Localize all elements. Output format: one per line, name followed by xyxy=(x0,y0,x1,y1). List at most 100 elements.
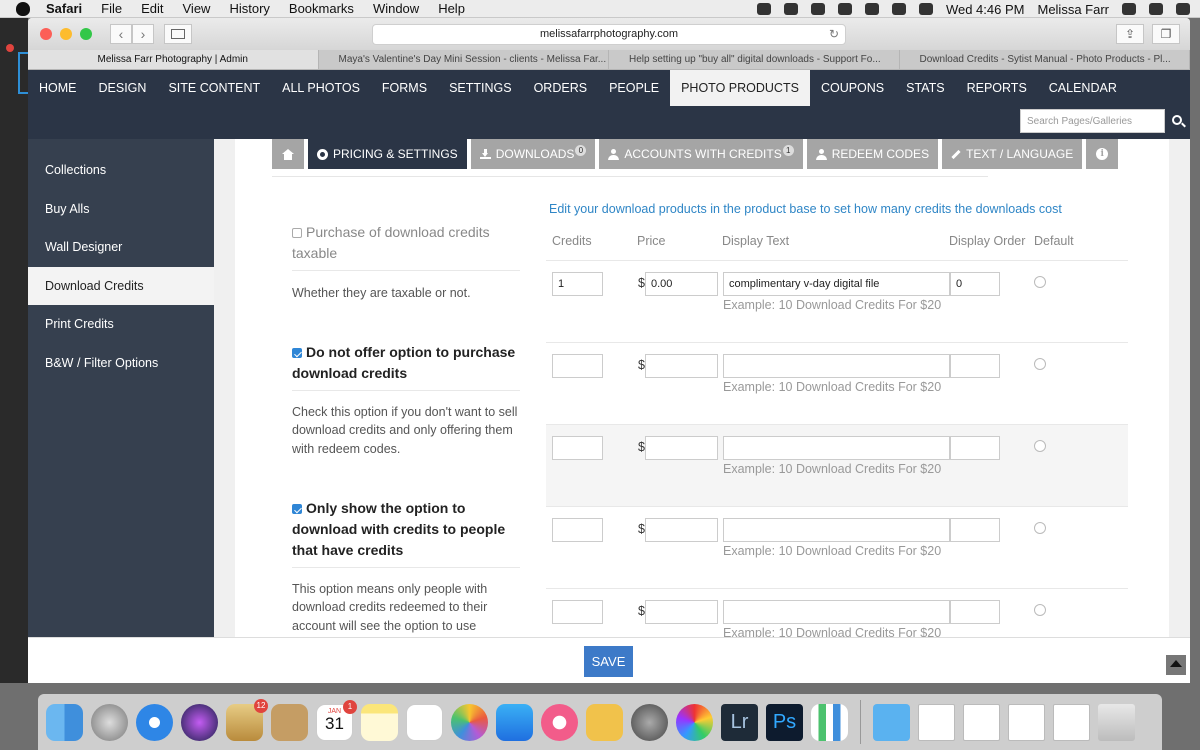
menu-window[interactable]: Window xyxy=(373,1,419,16)
address-bar[interactable]: melissafarrphotography.com ↻ xyxy=(372,24,846,45)
notes-icon[interactable] xyxy=(361,703,398,741)
siri-icon[interactable] xyxy=(181,703,218,741)
sidebar-toggle-button[interactable] xyxy=(164,24,192,44)
sidebar-item-collections[interactable]: Collections xyxy=(28,151,214,190)
preview-icon[interactable] xyxy=(586,703,623,741)
app-store-icon[interactable] xyxy=(496,703,533,741)
finder-icon[interactable] xyxy=(46,703,83,741)
apple-icon[interactable] xyxy=(16,1,30,16)
photoshop-icon[interactable]: Ps xyxy=(766,703,803,741)
document-thumbnail-icon[interactable] xyxy=(918,703,955,741)
launchpad-icon[interactable] xyxy=(91,703,128,741)
tab-redeem-codes[interactable]: REDEEM CODES xyxy=(806,139,939,169)
default-radio[interactable] xyxy=(1034,276,1046,288)
nav-photo-products[interactable]: PHOTO PRODUCTS xyxy=(670,70,810,106)
menu-file[interactable]: File xyxy=(101,1,122,16)
browser-tab[interactable]: Maya's Valentine's Day Mini Session - cl… xyxy=(319,50,609,69)
sidebar-item-wall-designer[interactable]: Wall Designer xyxy=(28,228,214,267)
display-text-input[interactable] xyxy=(723,436,950,460)
display-text-input[interactable] xyxy=(723,354,950,378)
tab-pricing-settings[interactable]: PRICING & SETTINGS xyxy=(308,139,467,169)
nav-settings[interactable]: SETTINGS xyxy=(438,70,523,106)
menubar-user[interactable]: Melissa Farr xyxy=(1037,2,1109,17)
nav-calendar[interactable]: CALENDAR xyxy=(1038,70,1128,106)
only-show-checkbox[interactable] xyxy=(292,504,302,515)
display-text-input[interactable] xyxy=(723,518,950,542)
default-radio[interactable] xyxy=(1034,440,1046,452)
display-order-input[interactable] xyxy=(950,436,1000,460)
sidebar-item-buy-alls[interactable]: Buy Alls xyxy=(28,190,214,229)
credits-input[interactable] xyxy=(552,354,603,378)
display-order-input[interactable] xyxy=(950,600,1000,624)
lightroom-icon[interactable]: Lr xyxy=(721,703,758,741)
tab-accounts-with-credits[interactable]: ACCOUNTS WITH CREDITS 1 xyxy=(599,139,803,169)
menu-history[interactable]: History xyxy=(229,1,269,16)
search-input[interactable]: Search Pages/Galleries xyxy=(1020,109,1165,133)
share-button[interactable]: ⇪ xyxy=(1116,24,1144,44)
browser-tab[interactable]: Download Credits - Sytist Manual - Photo… xyxy=(900,50,1190,69)
folder-icon[interactable] xyxy=(873,703,910,741)
close-button[interactable] xyxy=(40,28,52,40)
default-radio[interactable] xyxy=(1034,522,1046,534)
photos-icon[interactable] xyxy=(451,703,488,741)
trash-icon[interactable] xyxy=(1098,703,1135,741)
display-order-input[interactable] xyxy=(950,354,1000,378)
price-input[interactable] xyxy=(645,354,718,378)
minimize-button[interactable] xyxy=(60,28,72,40)
tray-app-icon[interactable] xyxy=(756,3,771,15)
nav-site-content[interactable]: SITE CONTENT xyxy=(157,70,271,106)
browser-tab[interactable]: Melissa Farr Photography | Admin xyxy=(28,50,319,69)
forward-button[interactable]: › xyxy=(132,24,154,44)
display-text-input[interactable] xyxy=(723,600,950,624)
menubar-clock[interactable]: Wed 4:46 PM xyxy=(946,2,1025,17)
notification-center-icon[interactable] xyxy=(1176,3,1190,15)
price-input[interactable] xyxy=(645,600,718,624)
safari-icon[interactable] xyxy=(136,703,173,741)
contacts-icon[interactable] xyxy=(271,703,308,741)
menu-view[interactable]: View xyxy=(183,1,211,16)
document-thumbnail-icon[interactable] xyxy=(963,703,1000,741)
nav-reports[interactable]: REPORTS xyxy=(956,70,1038,106)
display-order-input[interactable]: 0 xyxy=(950,272,1000,296)
sidebar-item-bw-filter-options[interactable]: B&W / Filter Options xyxy=(28,344,214,383)
save-button[interactable]: SAVE xyxy=(584,646,633,677)
time-machine-icon[interactable] xyxy=(864,3,879,15)
sidebar-item-print-credits[interactable]: Print Credits xyxy=(28,305,214,344)
tab-info[interactable]: i xyxy=(1086,139,1119,169)
reload-icon[interactable]: ↻ xyxy=(829,25,839,44)
credits-input[interactable] xyxy=(552,600,603,624)
battery-icon[interactable] xyxy=(918,3,933,15)
sync-icon[interactable] xyxy=(810,3,825,15)
credits-input[interactable]: 1 xyxy=(552,272,603,296)
price-input[interactable] xyxy=(645,518,718,542)
price-input[interactable] xyxy=(645,436,718,460)
credits-input[interactable] xyxy=(552,518,603,542)
nav-all-photos[interactable]: ALL PHOTOS xyxy=(271,70,371,106)
taxable-option[interactable]: Purchase of download credits taxable xyxy=(292,222,520,264)
back-button[interactable]: ‹ xyxy=(110,24,132,44)
numbers-icon[interactable] xyxy=(811,703,848,741)
reminders-icon[interactable] xyxy=(406,703,443,741)
nav-design[interactable]: DESIGN xyxy=(88,70,158,106)
nav-stats[interactable]: STATS xyxy=(895,70,955,106)
product-base-note[interactable]: Edit your download products in the produ… xyxy=(549,202,1062,216)
credits-input[interactable] xyxy=(552,436,603,460)
no-offer-checkbox[interactable] xyxy=(292,348,302,359)
menu-help[interactable]: Help xyxy=(438,1,465,16)
display-text-input[interactable]: complimentary v-day digital file xyxy=(723,272,950,296)
system-preferences-icon[interactable] xyxy=(631,703,668,741)
taxable-checkbox[interactable] xyxy=(292,228,302,239)
tab-text-language[interactable]: TEXT / LANGUAGE xyxy=(942,139,1083,169)
document-thumbnail-icon[interactable] xyxy=(1008,703,1045,741)
menu-bookmarks[interactable]: Bookmarks xyxy=(289,1,354,16)
price-input[interactable]: 0.00 xyxy=(645,272,718,296)
no-offer-option[interactable]: Do not offer option to purchase download… xyxy=(292,342,520,384)
document-thumbnail-icon[interactable] xyxy=(1053,703,1090,741)
color-wheel-icon[interactable] xyxy=(676,703,713,741)
itunes-icon[interactable] xyxy=(541,703,578,741)
display-order-input[interactable] xyxy=(950,518,1000,542)
only-show-option[interactable]: Only show the option to download with cr… xyxy=(292,498,520,561)
nav-people[interactable]: PEOPLE xyxy=(598,70,670,106)
tab-downloads[interactable]: DOWNLOADS 0 xyxy=(470,139,596,169)
mail-icon[interactable]: 12 xyxy=(226,698,268,741)
